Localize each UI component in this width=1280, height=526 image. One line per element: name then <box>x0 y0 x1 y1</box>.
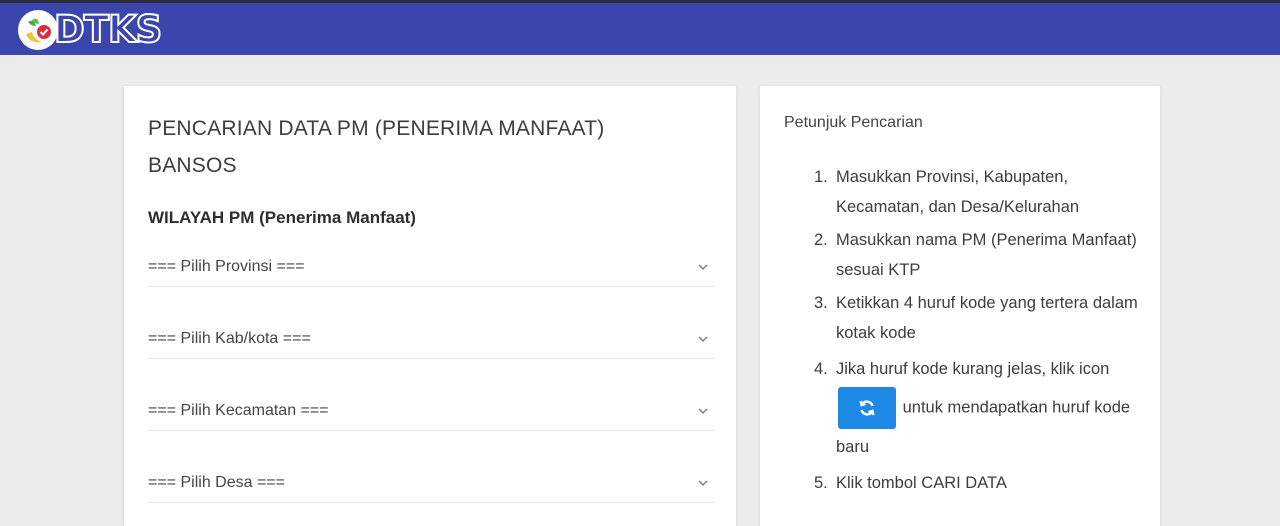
refresh-icon <box>859 400 875 416</box>
village-select-label: === Pilih Desa === <box>148 474 285 491</box>
list-item: 1. Masukkan Provinsi, Kabupaten, Kecamat… <box>814 162 1144 222</box>
step-number: 4. <box>814 360 828 378</box>
step-text: Masukkan nama PM (Penerima Manfaat) sesu… <box>836 231 1137 279</box>
chevron-down-icon <box>696 260 710 274</box>
chevron-down-icon <box>696 404 710 418</box>
logo-emblem-icon <box>18 10 58 50</box>
logo-text: DTKS <box>53 8 163 51</box>
step-number: 2. <box>814 231 828 249</box>
page-title: PENCARIAN DATA PM (PENERIMA MANFAAT) BAN… <box>148 117 605 177</box>
chevron-down-icon <box>696 476 710 490</box>
step-text: Jika huruf kode kurang jelas, klik icon <box>836 360 1110 378</box>
list-item: 2. Masukkan nama PM (Penerima Manfaat) s… <box>814 225 1144 285</box>
search-card: PENCARIAN DATA PM (PENERIMA MANFAAT) BAN… <box>124 86 736 526</box>
list-item: 4. Jika huruf kode kurang jelas, klik ic… <box>814 351 1144 465</box>
step-number: 5. <box>814 474 828 492</box>
district-select-label: === Pilih Kecamatan === <box>148 402 329 419</box>
province-select[interactable]: === Pilih Provinsi === <box>148 248 714 287</box>
village-select[interactable]: === Pilih Desa === <box>148 464 714 503</box>
district-select[interactable]: === Pilih Kecamatan === <box>148 392 714 431</box>
step-number: 1. <box>814 168 828 186</box>
step-text: Klik tombol CARI DATA <box>836 474 1007 492</box>
province-select-label: === Pilih Provinsi === <box>148 258 305 275</box>
help-title: Petunjuk Pencarian <box>784 114 923 131</box>
help-steps-list: 1. Masukkan Provinsi, Kabupaten, Kecamat… <box>814 162 1144 501</box>
app-header: DTKS <box>0 3 1280 55</box>
dtks-logo[interactable]: DTKS <box>18 8 163 51</box>
list-item: 3. Ketikkan 4 huruf kode yang tertera da… <box>814 288 1144 348</box>
region-heading: WILAYAH PM (Penerima Manfaat) <box>148 208 416 227</box>
regency-select[interactable]: === Pilih Kab/kota === <box>148 320 714 359</box>
step-text: Masukkan Provinsi, Kabupaten, Kecamatan,… <box>836 168 1080 216</box>
help-card: Petunjuk Pencarian 1. Masukkan Provinsi,… <box>760 86 1160 526</box>
refresh-code-button[interactable] <box>838 387 896 429</box>
chevron-down-icon <box>696 332 710 346</box>
regency-select-label: === Pilih Kab/kota === <box>148 330 311 347</box>
step-text: Ketikkan 4 huruf kode yang tertera dalam… <box>836 294 1138 342</box>
list-item: 5. Klik tombol CARI DATA <box>814 468 1144 498</box>
step-number: 3. <box>814 294 828 312</box>
